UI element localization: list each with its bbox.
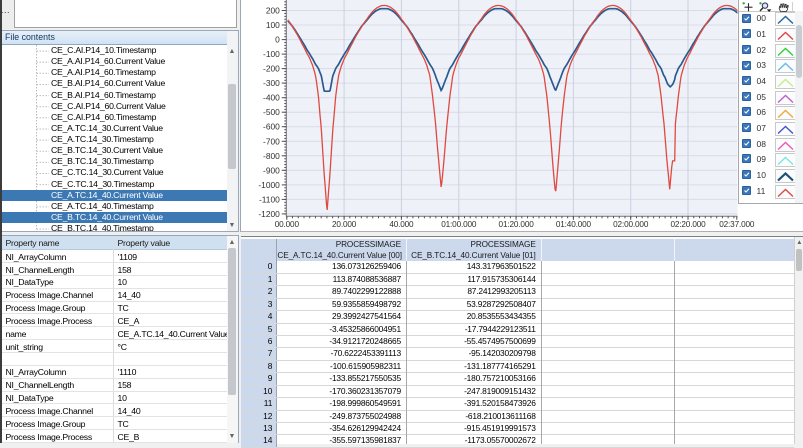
svg-text:01:40.000: 01:40.000 — [556, 220, 592, 229]
svg-text:02:00.000: 02:00.000 — [613, 220, 649, 229]
svg-text:-1200: -1200 — [258, 209, 280, 219]
svg-text:100: 100 — [266, 20, 280, 30]
svg-text:-1100: -1100 — [259, 194, 280, 204]
svg-text:-300: -300 — [263, 78, 280, 88]
svg-text:01:20.000: 01:20.000 — [499, 220, 535, 229]
svg-text:-400: -400 — [263, 93, 280, 103]
svg-text:-100: -100 — [263, 49, 280, 59]
svg-text:02:20.000: 02:20.000 — [670, 220, 706, 229]
svg-text:20.000: 20.000 — [332, 220, 357, 229]
svg-text:00.000: 00.000 — [275, 220, 300, 229]
svg-text:-600: -600 — [263, 122, 280, 132]
svg-text:-500: -500 — [263, 107, 280, 117]
svg-text:01:00.000: 01:00.000 — [441, 220, 477, 229]
svg-text:-200: -200 — [263, 64, 280, 74]
svg-text:0: 0 — [275, 35, 280, 45]
svg-text:-900: -900 — [263, 165, 280, 175]
svg-text:-800: -800 — [263, 151, 280, 161]
svg-text:02:37.000: 02:37.000 — [719, 220, 755, 229]
svg-text:40.000: 40.000 — [389, 220, 414, 229]
svg-text:-700: -700 — [263, 136, 280, 146]
svg-text:200: 200 — [266, 6, 280, 16]
svg-text:-1000: -1000 — [258, 180, 280, 190]
